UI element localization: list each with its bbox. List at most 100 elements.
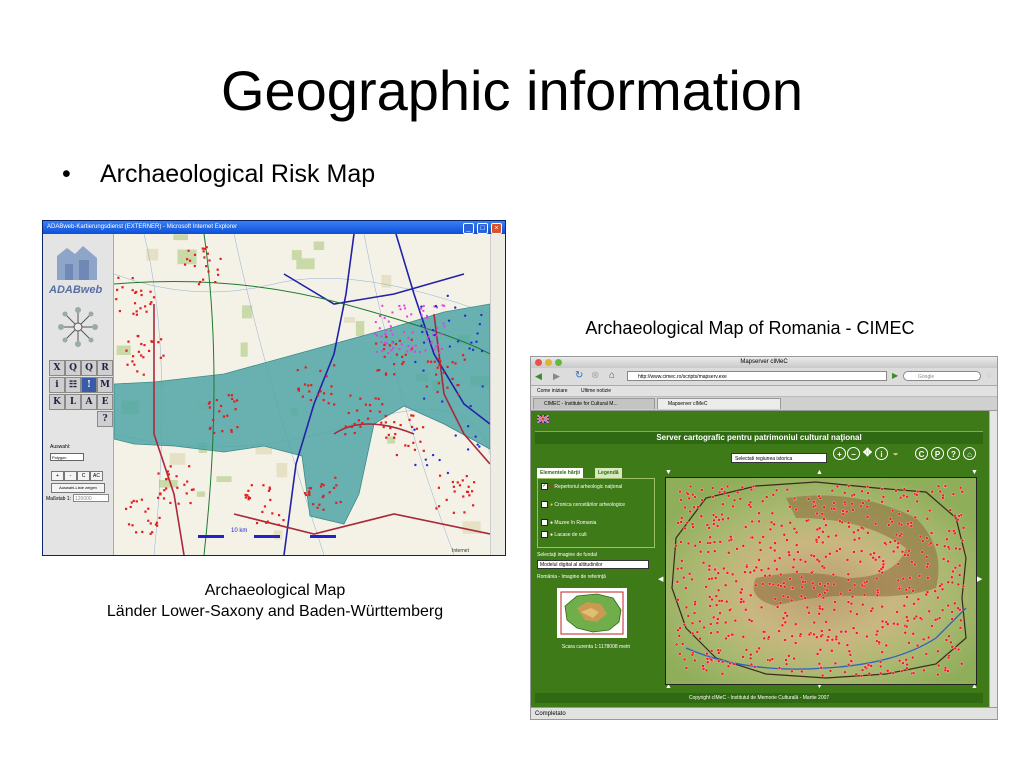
auswahl-select[interactable]: Polygon <box>50 453 84 461</box>
help-icon[interactable]: ? <box>947 447 960 460</box>
site-marker <box>688 484 693 489</box>
tool-zoom-out-button[interactable]: Q <box>81 360 97 376</box>
stop-icon[interactable]: ⊗ <box>591 370 599 382</box>
zoom-out-icon[interactable]: − <box>847 447 860 460</box>
site-marker <box>350 425 354 429</box>
tool-zoom-extent-button[interactable]: X <box>49 360 65 376</box>
layer-checkbox[interactable] <box>541 531 548 538</box>
romania-reference-map[interactable] <box>557 588 627 638</box>
tab-map-elements[interactable]: Elementele hărţii <box>537 468 584 478</box>
zoom-in-icon[interactable]: + <box>833 447 846 460</box>
scale-input[interactable]: 120000 <box>73 494 109 502</box>
site-marker <box>790 598 794 603</box>
layer-item[interactable]: ✓ ● Repertoriul arheologic naţional <box>541 483 649 490</box>
back-arrow-icon[interactable]: ◀ <box>535 371 542 381</box>
layer-checkbox-checked[interactable]: ✓ <box>541 483 548 490</box>
site-marker <box>778 556 782 560</box>
tool-layers-button[interactable]: ☷ <box>65 377 81 393</box>
region-select[interactable]: Selectati regiunea istorica <box>731 453 827 463</box>
romania-site-map[interactable] <box>665 477 977 685</box>
site-marker <box>124 507 128 510</box>
site-marker <box>725 484 730 489</box>
ie-titlebar: ADABweb-Kartierungsdienst (EXTERNER) - M… <box>43 221 505 234</box>
copyright-icon[interactable]: C <box>915 447 928 460</box>
maximize-icon[interactable]: □ <box>477 223 488 234</box>
layers-box: ✓ ● Repertoriul arheologic naţional ● Cro… <box>537 478 655 548</box>
tool-e-button[interactable]: E <box>97 394 113 410</box>
layer-item[interactable]: ● Muzee în Romania <box>541 519 649 526</box>
site-marker <box>878 660 883 664</box>
close-window-icon[interactable] <box>535 359 542 366</box>
site-marker <box>735 490 740 495</box>
site-marker <box>946 669 950 673</box>
site-marker <box>731 504 735 509</box>
tab-cimec-institute[interactable]: CIMEC - Institute for Cultural M... <box>533 398 655 409</box>
print-icon[interactable]: P <box>931 447 944 460</box>
search-input[interactable]: Google <box>903 371 981 381</box>
site-marker <box>247 489 250 492</box>
tool-zoom-in-button[interactable]: Q <box>65 360 81 376</box>
pan-northwest-icon[interactable]: ▼ <box>665 469 672 477</box>
show-selection-list-button[interactable]: Auswahl-Liste zeigen <box>51 483 105 493</box>
pan-compass-icon[interactable] <box>57 306 99 348</box>
site-marker <box>906 509 910 513</box>
tool-refresh-button[interactable]: R <box>97 360 113 376</box>
site-marker <box>301 395 304 398</box>
site-marker <box>869 609 873 613</box>
site-marker <box>349 394 352 397</box>
site-marker <box>716 617 720 621</box>
tool-k-button[interactable]: K <box>49 394 65 410</box>
bookmark-getting-started[interactable]: Come iniziare <box>537 386 568 396</box>
background-select[interactable]: Modelul digital al altitudinilor <box>537 560 649 569</box>
minimize-icon[interactable]: _ <box>463 223 474 234</box>
url-input[interactable]: http://www.cimec.ro/scripts/mapserv.exe <box>627 371 887 381</box>
minimize-window-icon[interactable] <box>545 359 552 366</box>
site-marker <box>794 507 798 512</box>
layer-checkbox[interactable] <box>541 501 548 508</box>
tool-info-button[interactable]: i <box>49 377 65 393</box>
pan-north-icon[interactable]: ▲ <box>816 469 823 477</box>
home-map-icon[interactable]: ⌂ <box>963 447 976 460</box>
page-scrollbar[interactable] <box>989 411 997 707</box>
tab-legend[interactable]: Legendă <box>595 468 622 478</box>
risk-map[interactable]: 10 km Internet <box>114 234 490 555</box>
site-marker <box>426 360 430 363</box>
info-icon[interactable]: i <box>875 447 888 460</box>
tool-help-button[interactable]: ? <box>97 411 113 427</box>
pan-east-icon[interactable]: ▶ <box>977 576 982 584</box>
site-marker <box>400 343 403 346</box>
tool-a-button[interactable]: A <box>81 394 97 410</box>
turtle-icon[interactable]: ◒ <box>889 447 902 460</box>
clear-selection-button[interactable]: C <box>77 471 90 481</box>
layer-label: Repertoriul arheologic naţional <box>554 483 623 490</box>
uk-flag-icon[interactable] <box>537 415 549 423</box>
pan-northeast-icon[interactable]: ▼ <box>971 469 978 477</box>
tool-l-button[interactable]: L <box>65 394 81 410</box>
pan-west-icon[interactable]: ◀ <box>658 576 663 584</box>
tab-mapserver[interactable]: Mapserver cIMeC <box>657 398 781 409</box>
tool-alert-button[interactable]: ! <box>81 377 97 393</box>
go-icon[interactable]: ▶ <box>892 371 898 381</box>
pan-icon[interactable]: ✥ <box>861 447 874 460</box>
close-icon[interactable]: × <box>491 223 502 234</box>
tool-m-button[interactable]: M <box>97 377 113 393</box>
clear-all-button[interactable]: AC <box>90 471 103 481</box>
site-marker <box>344 425 347 428</box>
site-marker <box>320 482 323 486</box>
scale-bar-label: 10 km <box>231 528 247 534</box>
map-vertical-scrollbar[interactable] <box>490 234 505 555</box>
layer-item[interactable]: ● Lacase de cult <box>541 531 649 538</box>
layer-item[interactable]: ● Cronica cercetărilor arheologice <box>541 501 649 508</box>
bookmark-latest-news[interactable]: Ultime notizie <box>581 386 611 396</box>
reload-icon[interactable]: ↻ <box>575 370 583 382</box>
remove-selection-button[interactable]: - <box>64 471 77 481</box>
site-marker <box>422 397 426 400</box>
site-marker <box>960 538 965 543</box>
site-marker <box>744 648 749 652</box>
add-selection-button[interactable]: + <box>51 471 64 481</box>
layer-checkbox[interactable] <box>541 519 548 526</box>
site-marker <box>686 614 690 618</box>
forward-arrow-icon[interactable]: ▶ <box>553 371 560 381</box>
zoom-window-icon[interactable] <box>555 359 562 366</box>
home-icon[interactable]: ⌂ <box>609 370 615 382</box>
